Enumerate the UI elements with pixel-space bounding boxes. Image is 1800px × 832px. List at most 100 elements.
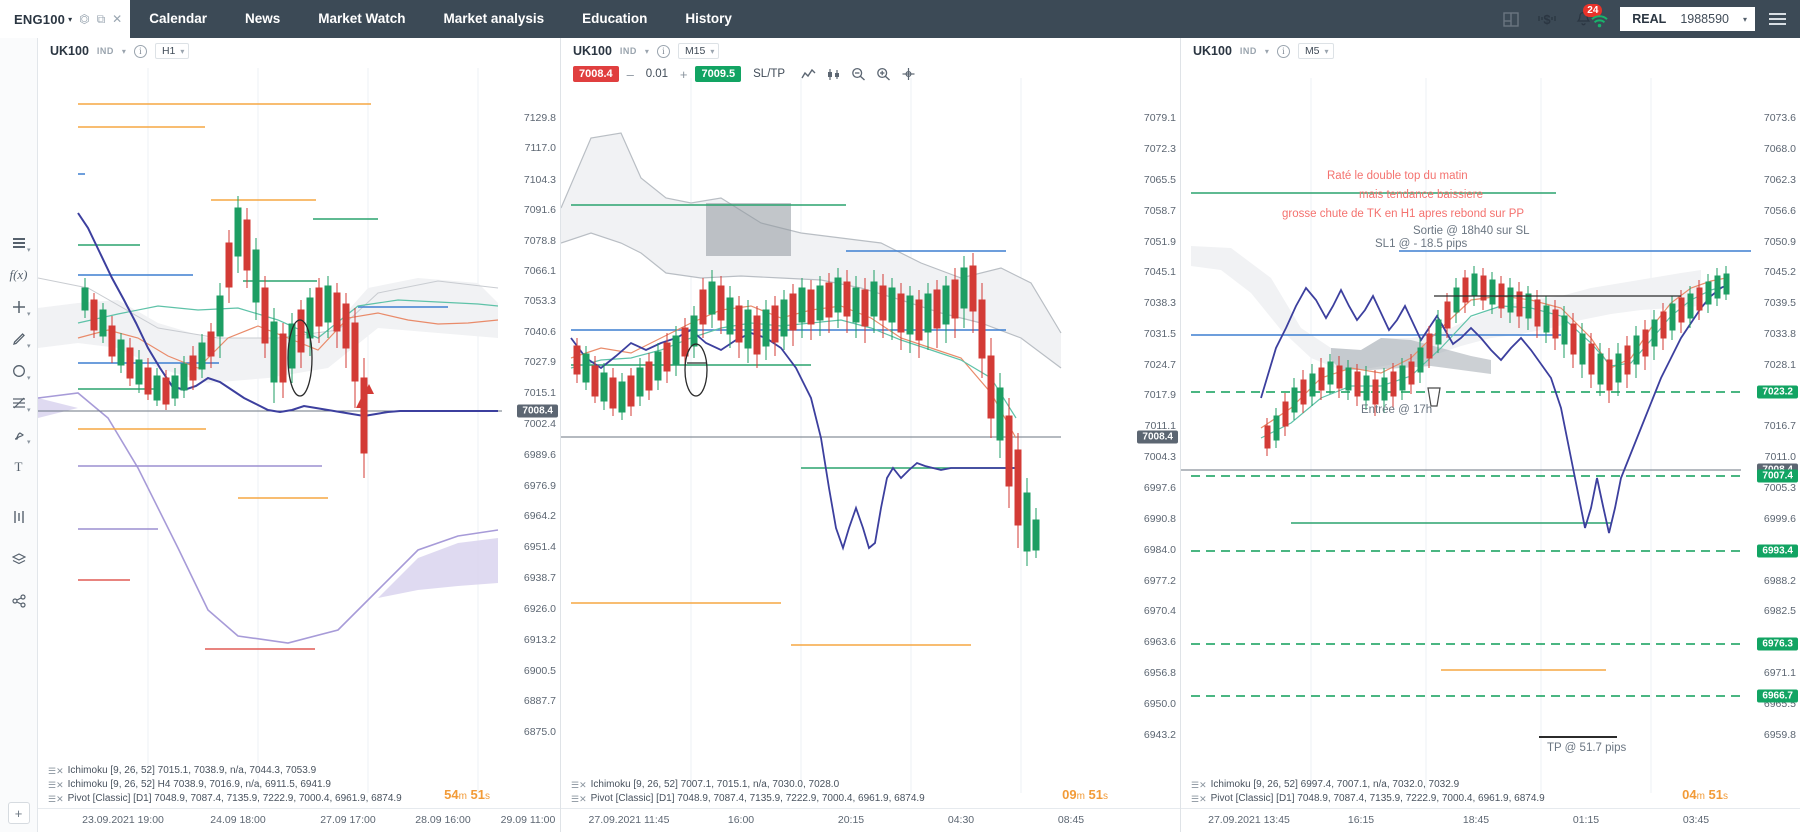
notifications[interactable]: 24 <box>1572 8 1606 30</box>
price-tick: 6971.1 <box>1764 667 1796 679</box>
current-price-tag: 7008.4 <box>1137 431 1178 444</box>
nav-calendar[interactable]: Calendar <box>130 0 226 38</box>
chart-m5-price-scale[interactable]: 7073.6 7068.0 7062.3 7056.6 7050.9 7045.… <box>1742 38 1800 832</box>
indicator-settings-icon[interactable]: ☰✕ <box>48 764 64 778</box>
layout-icon[interactable] <box>1500 8 1522 30</box>
currency-icon[interactable]: $ <box>1536 8 1558 30</box>
chart-m5-time-axis[interactable]: 27.09.2021 13:45 16:15 18:45 01:15 03:45 <box>1181 808 1800 832</box>
price-tick: 7066.1 <box>524 265 556 277</box>
chevron-down-icon[interactable]: ▾ <box>27 374 31 382</box>
price-tick: 6887.7 <box>524 695 556 707</box>
function-icon[interactable]: f(x) <box>4 260 34 290</box>
nav-education[interactable]: Education <box>563 0 666 38</box>
text-icon[interactable]: T <box>4 452 34 482</box>
indicator-settings-icon[interactable]: ☰✕ <box>571 778 587 792</box>
price-tick: 7004.3 <box>1144 451 1176 463</box>
nav-market-analysis[interactable]: Market analysis <box>425 0 564 38</box>
annotation-note-1: Raté le double top du matin <box>1327 170 1468 182</box>
legend-row[interactable]: ☰✕Pivot [Classic] [D1] 7048.9, 7087.4, 7… <box>48 792 402 806</box>
timer-minute-unit: m <box>1697 791 1705 802</box>
price-tick: 6913.2 <box>524 634 556 646</box>
price-tick: 6900.5 <box>524 665 556 677</box>
price-tick: 7031.5 <box>1144 328 1176 340</box>
price-tick: 7045.1 <box>1144 266 1176 278</box>
price-tick: 7038.3 <box>1144 297 1176 309</box>
price-tick: 7117.0 <box>525 142 556 154</box>
chart-h1-canvas <box>38 38 560 832</box>
price-tick: 7068.0 <box>1764 143 1796 155</box>
account-type: REAL <box>1632 12 1666 26</box>
nav-news[interactable]: News <box>226 0 299 38</box>
ellipse-icon[interactable]: ▾ <box>4 356 34 386</box>
fib-icon[interactable]: ▾ <box>4 388 34 418</box>
chevron-down-icon[interactable]: ▾ <box>27 406 31 414</box>
price-tick: 7065.5 <box>1144 174 1176 186</box>
add-tool-button[interactable]: + <box>8 802 30 824</box>
chart-h1-legend: ☰✕Ichimoku [9, 26, 52] 7015.1, 7038.9, n… <box>48 764 402 806</box>
chevron-down-icon[interactable]: ▾ <box>27 342 31 350</box>
annotation-note-3: grosse chute de TK en H1 apres rebond su… <box>1282 208 1524 220</box>
wifi-icon[interactable] <box>1588 10 1610 32</box>
chart-h1-price-scale[interactable]: 7129.8 7117.0 7104.3 7091.6 7078.8 7066.… <box>502 38 560 832</box>
legend-row[interactable]: ☰✕Ichimoku [9, 26, 52] 7015.1, 7038.9, n… <box>48 764 402 778</box>
legend-row[interactable]: ☰✕Ichimoku [9, 26, 52] 7007.1, 7015.1, n… <box>571 778 925 792</box>
chart-m15-price-scale[interactable]: 7079.1 7072.3 7065.5 7058.7 7051.9 7045.… <box>1122 38 1180 832</box>
price-tick: 6970.4 <box>1144 605 1176 617</box>
share-icon[interactable] <box>4 586 34 616</box>
chart-m15-plot[interactable] <box>561 38 1180 832</box>
indicator-settings-icon[interactable]: ☰✕ <box>571 792 587 806</box>
indicator-settings-icon[interactable]: ☰✕ <box>48 792 64 806</box>
bars-icon[interactable]: ▾ <box>4 228 34 258</box>
indicator-icon[interactable] <box>4 502 34 532</box>
chevron-down-icon[interactable]: ▾ <box>27 310 31 318</box>
time-tick: 23.09.2021 19:00 <box>82 814 164 826</box>
price-tick: 7129.8 <box>524 112 556 124</box>
time-tick: 18:45 <box>1463 814 1489 826</box>
brush-icon[interactable]: ▾ <box>4 420 34 450</box>
crosshair-plus-icon[interactable]: ▾ <box>4 292 34 322</box>
hamburger-menu-icon[interactable] <box>1769 13 1786 25</box>
indicator-settings-icon[interactable]: ☰✕ <box>1191 792 1207 806</box>
chart-m5-plot[interactable]: Raté le double top du matin mais tendanc… <box>1181 38 1800 832</box>
price-tick: 6950.0 <box>1144 698 1176 710</box>
indicator-settings-icon[interactable]: ☰✕ <box>48 778 64 792</box>
chart-h1-plot[interactable] <box>38 38 560 832</box>
pencil-icon[interactable]: ▾ <box>4 324 34 354</box>
chart-m15-time-axis[interactable]: 27.09.2021 11:45 16:00 20:15 04:30 08:45 <box>561 808 1180 832</box>
chart-panel-m15: UK100 IND ▾ i M15 ▾ 7008.4 – 0.01 + 7009… <box>560 38 1180 832</box>
restore-icon[interactable]: ⧉ <box>97 13 106 25</box>
symbol-tab[interactable]: ENG100 ▾ ⏣ ⧉ ✕ <box>0 0 130 38</box>
close-icon[interactable]: ✕ <box>112 13 122 25</box>
popout-icon[interactable]: ⏣ <box>79 13 89 25</box>
legend-row[interactable]: ☰✕ Pivot [Classic] [D1] 7048.9, 7087.4, 7… <box>1191 792 1545 806</box>
indicator-settings-icon[interactable]: ☰✕ <box>1191 778 1207 792</box>
legend-text: Pivot [Classic] [D1] 7048.9, 7087.4, 713… <box>1211 792 1545 806</box>
price-tick: 7017.9 <box>1144 389 1176 401</box>
chevron-down-icon[interactable]: ▾ <box>27 246 31 254</box>
legend-row[interactable]: ☰✕Ichimoku [9, 26, 52] H4 7038.9, 7016.9… <box>48 778 402 792</box>
chart-m15-legend: ☰✕Ichimoku [9, 26, 52] 7007.1, 7015.1, n… <box>571 778 925 806</box>
time-tick: 28.09 16:00 <box>415 814 470 826</box>
chevron-down-icon[interactable]: ▾ <box>27 438 31 446</box>
price-tick: 6956.8 <box>1144 667 1176 679</box>
level-tag-6993: 6993.4 <box>1757 545 1798 558</box>
legend-row[interactable]: ☰✕Pivot [Classic] [D1] 7048.9, 7087.4, 7… <box>571 792 925 806</box>
price-tick: 6963.6 <box>1144 636 1176 648</box>
legend-row[interactable]: ☰✕Ichimoku [9, 26, 52] 6997.4, 7007.1, n… <box>1191 778 1545 792</box>
nav-history[interactable]: History <box>666 0 751 38</box>
timer-minutes: 54 <box>444 787 458 802</box>
annotation-note-2: mais tendance baissiere <box>1359 189 1483 201</box>
nav-market-watch[interactable]: Market Watch <box>299 0 424 38</box>
timer-seconds: 51 <box>1709 787 1723 802</box>
drawing-tool-rail: ▾ f(x) ▾ ▾ ▾ ▾ ▾ T + <box>0 38 38 832</box>
chevron-down-icon[interactable]: ▾ <box>1743 15 1747 24</box>
price-tick: 6977.2 <box>1144 575 1176 587</box>
layers-icon[interactable] <box>4 544 34 574</box>
price-tick: 7078.8 <box>524 235 556 247</box>
chevron-down-icon[interactable]: ▾ <box>68 15 72 24</box>
chart-h1-time-axis[interactable]: 23.09.2021 19:00 24.09 18:00 27.09 17:00… <box>38 808 560 832</box>
chart-m5-legend: ☰✕Ichimoku [9, 26, 52] 6997.4, 7007.1, n… <box>1191 778 1545 806</box>
timer-minutes: 09 <box>1062 787 1076 802</box>
account-selector[interactable]: REAL 1988590 ▾ <box>1620 7 1755 31</box>
chart-h1-bar-timer: 54m 51s <box>444 787 490 802</box>
